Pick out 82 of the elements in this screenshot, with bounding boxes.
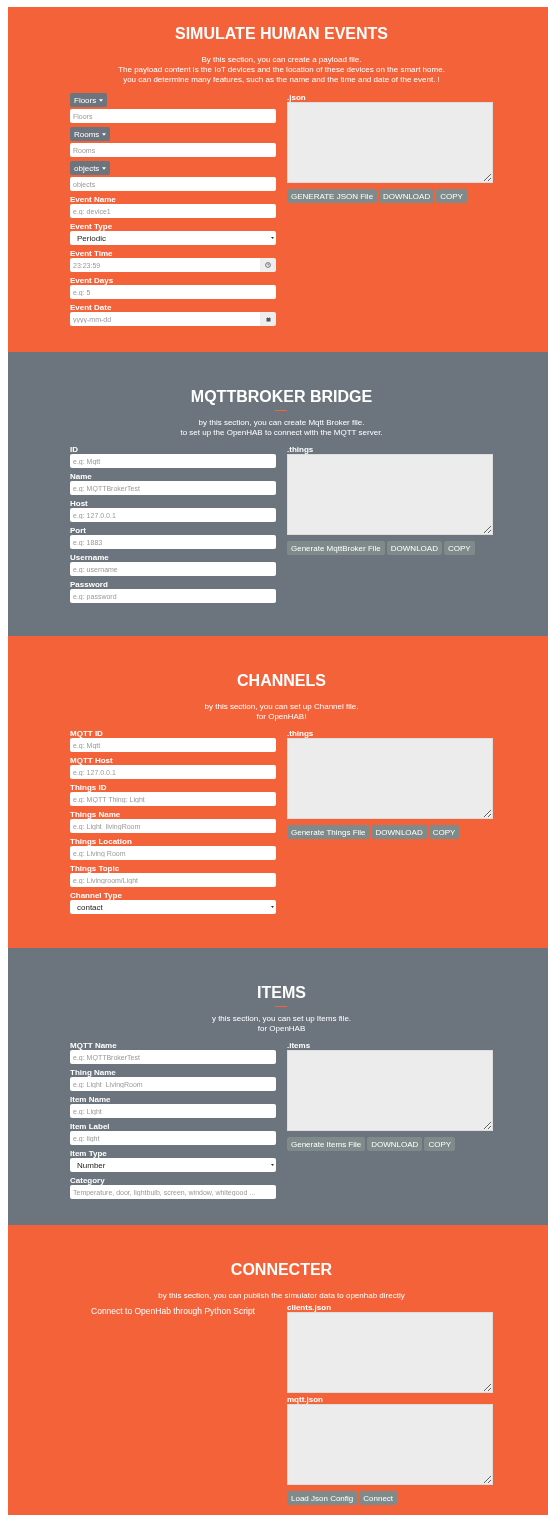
output-label: .things [287,445,314,454]
field-label: Category [70,1176,105,1185]
field-label: MQTT ID [70,729,103,738]
field-label: Item Label [70,1122,110,1131]
output-textarea[interactable] [287,1312,493,1393]
section-description: The payload content is the IoT devices and the location of these devices on the smart home. [118,65,445,75]
connect-heading: Connect to OpenHab through Python Script [90,1306,256,1316]
field-label: Things Location [70,837,132,846]
action-button[interactable]: DOWNLOAD [367,1137,423,1151]
field-label: Username [70,553,109,562]
caret-icon [102,166,107,170]
action-button[interactable]: Load Json Config [287,1491,358,1505]
field-label: Thing Name [70,1068,116,1077]
action-button[interactable]: Generate MqttBroker File [287,541,385,555]
action-button[interactable]: DOWNLOAD [386,541,442,555]
field-label: Event Type [70,222,113,231]
action-button[interactable]: Generate Things File [287,825,370,839]
section-description: for OpenHAB! [256,712,307,722]
output-textarea[interactable] [287,1404,493,1485]
select-field[interactable]: contact [70,900,276,914]
section-description: you can determine many features, such as the name and the time and date of the event. ! [123,75,440,85]
action-button[interactable]: Generate Items File [287,1137,366,1151]
field-label: MQTT Name [70,1041,117,1050]
field-label: Event Days [70,276,114,285]
field-label: Password [70,580,108,589]
field-label: Name [70,472,92,481]
select-field[interactable]: Number [70,1158,276,1172]
caret-icon [271,1164,274,1166]
caret-icon [99,98,104,102]
action-button[interactable]: COPY [443,541,475,555]
output-textarea[interactable] [287,1050,493,1131]
dropdown-button[interactable]: Rooms [70,127,111,141]
field-label: Event Name [70,195,116,204]
section-description: for OpenHAB [257,1024,306,1034]
field-label: Host [70,499,88,508]
dropdown-button[interactable]: objects [70,161,111,175]
action-button[interactable]: COPY [436,189,467,203]
caret-icon [102,132,107,136]
field-label: Things Name [70,810,121,819]
section-description: by this section, you can create Mqtt Broker file. [198,418,365,428]
field-label: MQTT Host [70,756,113,765]
caret-icon [271,237,274,239]
action-button[interactable]: DOWNLOAD [379,189,435,203]
field-label: ID [70,445,78,454]
section-description: by this section, you can publish the simulator data to openhab directly [158,1291,405,1301]
section-title: SIMULATE HUMAN EVENTS [173,24,389,44]
section-description: y this section, you can set up Items file. [211,1014,352,1024]
section-title: CHANNELS [236,671,327,691]
field-label: Item Name [70,1095,111,1104]
action-button[interactable]: GENERATE JSON File [287,189,378,203]
section-description: by this section, you can set up Channel file. [204,702,359,712]
field-label: Event Time [70,249,113,258]
output-label: .things [287,729,314,738]
calendar-button[interactable] [260,312,276,326]
section-title: CONNECTER [229,1260,334,1280]
calendar-icon [265,316,271,322]
output-textarea[interactable] [287,738,493,819]
output-textarea[interactable] [287,454,493,535]
section-description: to set up the OpenHAB to connect with the MQTT server. [180,428,383,438]
clock-button[interactable] [260,258,276,272]
section-title: MQTTBROKER BRIDGE [189,387,374,407]
section-description: By this section, you can create a payload file. [201,55,362,65]
field-label: Port [70,526,86,535]
clock-icon [265,262,271,268]
field-label: Things Topic [70,864,120,873]
caret-icon [271,906,274,908]
field-label: Item Type [70,1149,107,1158]
section-title: ITEMS [256,983,307,1003]
output-label: .items [287,1041,311,1050]
field-label: Channel Type [70,891,122,900]
field-label: Event Date [70,303,112,312]
output-label: clients.json [287,1303,331,1312]
action-button[interactable]: DOWNLOAD [371,825,427,839]
output-textarea[interactable] [287,102,493,183]
output-label: .json [287,93,306,102]
select-field[interactable]: Periodic [70,231,276,245]
field-label: Things ID [70,783,107,792]
action-button[interactable]: COPY [428,825,460,839]
action-button[interactable]: COPY [424,1137,456,1151]
action-button[interactable]: Connect [359,1491,398,1505]
output-label: mqtt.json [287,1395,323,1404]
dropdown-button[interactable]: Floors [70,93,108,107]
